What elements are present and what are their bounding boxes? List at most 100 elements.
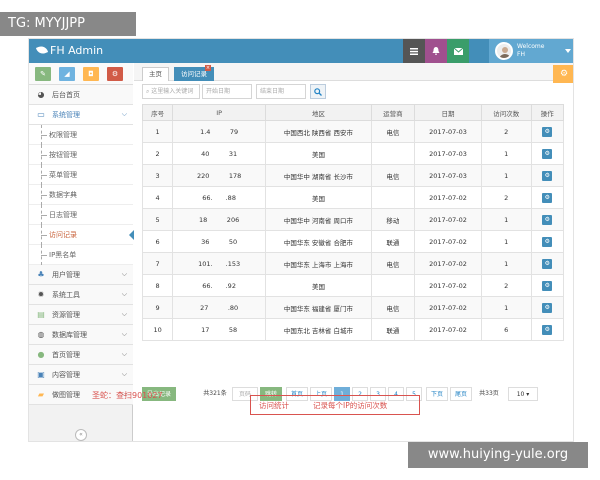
brand-logo[interactable]: FH Admin — [35, 44, 103, 57]
sidebar-item-system[interactable]: ▭ 系统管理 ⌵ — [29, 105, 133, 125]
row-settings-icon[interactable]: ⚙ — [542, 302, 553, 313]
table-cell: 1 — [480, 208, 532, 231]
table-cell: 2017-07-02 — [414, 252, 482, 275]
table-cell-actions: ⚙ — [530, 186, 565, 209]
collapse-sidebar-icon[interactable]: « — [75, 429, 87, 441]
column-header[interactable]: 访问次数 — [480, 104, 532, 121]
row-settings-icon[interactable]: ⚙ — [542, 280, 553, 291]
table-cell: 17 58 — [172, 318, 267, 341]
globe-icon: ● — [37, 350, 45, 359]
sidebar-item-content[interactable]: ▣ 内容管理 ⌵ — [29, 365, 133, 385]
table-cell: 2017-07-03 — [414, 164, 482, 187]
search-icon — [314, 87, 322, 96]
row-settings-icon[interactable]: ⚙ — [542, 324, 553, 335]
row-settings-icon[interactable]: ⚙ — [542, 170, 553, 181]
user-name: FH — [517, 51, 525, 58]
sidebar-item-label: 日志管理 — [49, 210, 77, 219]
row-settings-icon[interactable]: ⚙ — [542, 236, 553, 247]
table-cell — [370, 142, 416, 165]
shortcut-chart[interactable]: ◢ — [59, 67, 75, 81]
annotation-right: 记录每个IP的访问次数 — [313, 401, 388, 410]
user-menu[interactable]: Welcome FH — [489, 39, 573, 63]
notifications-button[interactable] — [425, 39, 447, 63]
last-page-button[interactable]: 尾页 — [450, 387, 472, 401]
table-cell: 2017-07-02 — [414, 186, 482, 209]
table-cell: 2 — [480, 274, 532, 297]
page-size-select[interactable]: 10 ▾ — [508, 387, 538, 401]
desktop-icon: ▭ — [37, 110, 45, 119]
chevron-down-icon: ⌵ — [121, 270, 127, 278]
table-cell-actions: ⚙ — [530, 274, 565, 297]
column-header[interactable]: 序号 — [141, 104, 174, 121]
table-row: 5 18 206 中国华中 河南省 周口市 移动 2017-07-02 1 ⚙ — [141, 208, 565, 231]
settings-gear-icon[interactable]: ⚙ — [553, 65, 573, 83]
table-cell: 2 — [480, 120, 532, 143]
column-header[interactable]: 运营商 — [370, 104, 416, 121]
shortcut-pencil[interactable]: ✎ — [35, 67, 51, 81]
cogs-icon: ⚙ — [111, 70, 119, 78]
table-cell: 中国华东 福建省 厦门市 — [265, 296, 372, 319]
shortcut-cogs[interactable]: ⚙ — [107, 67, 123, 81]
table-cell: 40 31 — [172, 142, 267, 165]
sidebar-item-database[interactable]: ◍ 数据库管理 ⌵ — [29, 325, 133, 345]
database-icon: ◍ — [37, 330, 45, 339]
keyword-search-input[interactable]: ⌕ 这里输入关键词 — [142, 84, 200, 99]
row-settings-icon[interactable]: ⚙ — [542, 148, 553, 159]
sidebar-item-resources[interactable]: ▤ 资源管理 ⌵ — [29, 305, 133, 325]
table-cell: 2017-07-02 — [414, 230, 482, 253]
footer-note: 圣蛇：查扫901027 — [92, 391, 163, 400]
table-cell: 1 — [141, 120, 174, 143]
sidebar-item-label: 做图管理 — [52, 390, 80, 399]
end-date-input[interactable]: 结束日期 — [256, 84, 306, 99]
table-cell: 2017-07-02 — [414, 318, 482, 341]
sidebar-item-label: 访问记录 — [49, 230, 77, 239]
table-cell: 电信 — [370, 164, 416, 187]
sidebar-subitem-menus[interactable]: 菜单管理 — [29, 165, 133, 185]
caret-down-icon — [565, 49, 571, 53]
close-tab-icon[interactable]: × — [205, 65, 211, 71]
sidebar-subitem-logs[interactable]: 日志管理 — [29, 205, 133, 225]
table-cell-actions: ⚙ — [530, 296, 565, 319]
shortcut-users[interactable]: ◘ — [83, 67, 99, 81]
row-settings-icon[interactable]: ⚙ — [542, 214, 553, 225]
sidebar-subitem-buttons[interactable]: 按钮管理 — [29, 145, 133, 165]
next-page-button[interactable]: 下页 — [426, 387, 448, 401]
table-cell: 7 — [141, 252, 174, 275]
sidebar-item-homepage[interactable]: ● 首页管理 ⌵ — [29, 345, 133, 365]
table-cell: 101. .153 — [172, 252, 267, 275]
sidebar-item-label: 用户管理 — [52, 270, 80, 279]
sidebar-item-users[interactable]: ♣ 用户管理 ⌵ — [29, 265, 133, 285]
tasks-button[interactable] — [403, 39, 425, 63]
column-header[interactable]: 地区 — [265, 104, 372, 121]
sidebar-item-label: 系统管理 — [52, 110, 80, 119]
column-header[interactable]: 日期 — [414, 104, 482, 121]
tab-home[interactable]: 主页 — [142, 67, 169, 81]
table-cell: 中国西北 陕西省 西安市 — [265, 120, 372, 143]
sidebar-item-label: IP黑名单 — [49, 250, 77, 259]
bell-icon — [432, 47, 440, 55]
table-cell — [370, 186, 416, 209]
table-cell: 电信 — [370, 252, 416, 275]
column-header: 操作 — [530, 104, 565, 121]
row-settings-icon[interactable]: ⚙ — [542, 126, 553, 137]
welcome-text: Welcome — [517, 43, 545, 50]
search-button[interactable] — [310, 84, 326, 99]
sidebar-item-home[interactable]: ◕ 后台首页 — [29, 85, 133, 105]
sidebar-item-tools[interactable]: ✹ 系统工具 ⌵ — [29, 285, 133, 305]
row-settings-icon[interactable]: ⚙ — [542, 192, 553, 203]
table-row: 7 101. .153 中国华东 上海市 上海市 电信 2017-07-02 1 ⚙ — [141, 252, 565, 275]
table-cell: 1 — [480, 164, 532, 187]
sidebar-item-label: 数据库管理 — [52, 330, 87, 339]
sidebar-subitem-access-log[interactable]: 访问记录 — [29, 225, 134, 245]
sidebar-subitem-permission[interactable]: 权限管理 — [29, 125, 133, 145]
sidebar-subitem-dictionary[interactable]: 数据字典 — [29, 185, 133, 205]
column-header[interactable]: IP — [172, 104, 267, 121]
table-cell-actions: ⚙ — [530, 142, 565, 165]
messages-button[interactable] — [447, 39, 469, 63]
users-icon: ♣ — [37, 270, 45, 279]
sidebar-subitem-ip-blacklist[interactable]: IP黑名单 — [29, 245, 133, 265]
book-icon: ▣ — [37, 370, 45, 379]
sidebar-item-label: 首页管理 — [52, 350, 80, 359]
row-settings-icon[interactable]: ⚙ — [542, 258, 553, 269]
start-date-input[interactable]: 开始日期 — [202, 84, 252, 99]
